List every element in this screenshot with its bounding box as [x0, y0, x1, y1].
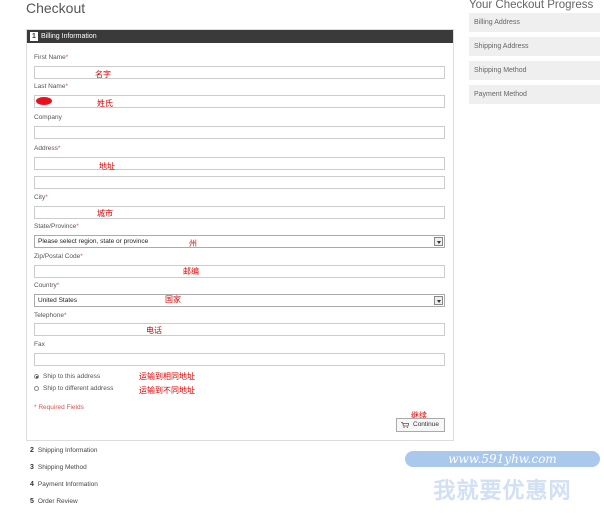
step-order-review[interactable]: 5 Order Review — [30, 498, 78, 505]
annotation-zip: 邮编 — [183, 267, 199, 276]
progress-title: Your Checkout Progress — [469, 0, 594, 11]
ship-same-radio[interactable] — [34, 374, 39, 379]
continue-label: Continue — [413, 421, 440, 428]
progress-item-shipping-address[interactable]: Shipping Address — [469, 37, 600, 56]
company-input[interactable] — [34, 126, 445, 139]
progress-item-payment-method[interactable]: Payment Method — [469, 85, 600, 104]
state-label: State/Province* — [34, 223, 79, 230]
last-name-label: Last Name* — [34, 83, 68, 90]
step-number: 1 — [30, 32, 38, 41]
watermark-text: 我就要优惠网 — [433, 478, 572, 503]
annotation-country: 国家 — [165, 295, 181, 304]
annotation-ship-same: 运输到相同地址 — [139, 372, 195, 381]
state-select[interactable]: Please select region, state or province — [34, 235, 445, 248]
annotation-state: 州 — [189, 239, 197, 248]
fax-input[interactable] — [34, 353, 445, 366]
zip-input[interactable] — [34, 265, 445, 278]
company-label: Company — [34, 114, 62, 121]
telephone-input[interactable] — [34, 323, 445, 336]
fax-label: Fax — [34, 341, 45, 348]
progress-item-billing-address[interactable]: Billing Address — [469, 13, 600, 32]
city-input[interactable] — [34, 206, 445, 219]
continue-button[interactable]: Continue — [396, 418, 445, 432]
annotation-last-name: 姓氏 — [97, 99, 113, 108]
section-title: Billing Information — [41, 33, 97, 40]
chevron-down-icon[interactable] — [434, 237, 443, 246]
step-shipping-method[interactable]: 3 Shipping Method — [30, 464, 87, 471]
progress-item-shipping-method[interactable]: Shipping Method — [469, 61, 600, 80]
annotation-first-name: 名字 — [95, 70, 111, 79]
page-title: Checkout — [26, 0, 86, 16]
telephone-label: Telephone* — [34, 312, 67, 319]
country-label: Country* — [34, 282, 60, 289]
chevron-down-icon[interactable] — [434, 296, 443, 305]
step-payment-information[interactable]: 4 Payment Information — [30, 481, 98, 488]
ship-different-label[interactable]: Ship to different address — [43, 385, 113, 392]
watermark-url: www.591yhw.com — [405, 451, 600, 467]
zip-label: Zip/Postal Code* — [34, 253, 83, 260]
country-select[interactable]: United States — [34, 294, 445, 307]
annotation-city: 城市 — [97, 209, 113, 218]
redacted-mark — [36, 97, 52, 105]
country-select-value: United States — [38, 297, 78, 304]
required-fields-note: * Required Fields — [34, 404, 84, 411]
last-name-input[interactable] — [34, 95, 445, 108]
annotation-ship-diff: 运输到不同地址 — [139, 386, 195, 395]
address-line2-input[interactable] — [34, 176, 445, 189]
city-label: City* — [34, 194, 48, 201]
billing-section-header: 1 Billing Information — [27, 30, 453, 43]
annotation-telephone: 电话 — [146, 326, 162, 335]
step-shipping-information[interactable]: 2 Shipping Information — [30, 447, 98, 454]
ship-same-label[interactable]: Ship to this address — [43, 373, 100, 380]
ship-different-radio[interactable] — [34, 386, 39, 391]
address-label: Address* — [34, 145, 61, 152]
annotation-address: 地址 — [99, 162, 115, 171]
cart-icon — [401, 422, 409, 428]
state-select-value: Please select region, state or province — [38, 238, 149, 245]
first-name-label: First Name* — [34, 54, 69, 61]
address-line1-input[interactable] — [34, 157, 445, 170]
